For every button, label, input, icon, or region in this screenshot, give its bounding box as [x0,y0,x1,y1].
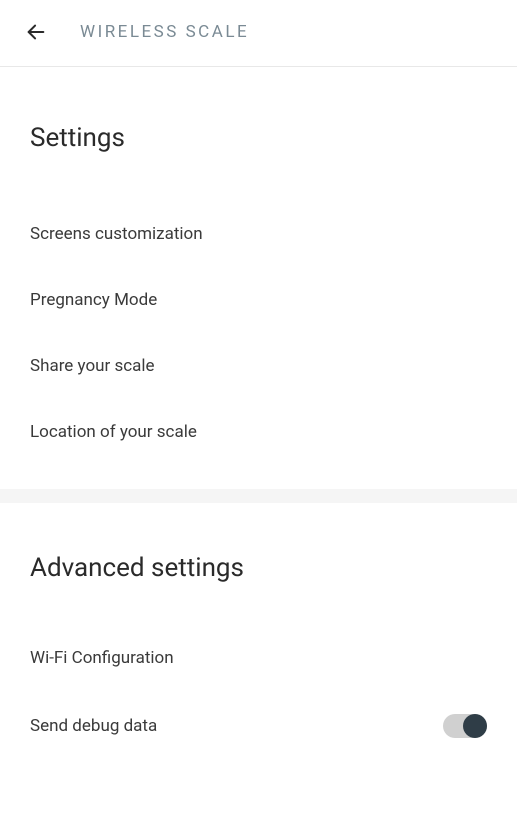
settings-item-label: Location of your scale [30,422,197,442]
advanced-item-label: Wi-Fi Configuration [30,648,174,668]
settings-item-label: Screens customization [30,224,203,244]
advanced-item-debug-data[interactable]: Send debug data [30,691,487,761]
settings-title: Settings [30,67,487,201]
settings-item-share-scale[interactable]: Share your scale [30,333,487,399]
spacer [0,465,517,489]
toggle-knob [463,714,487,738]
advanced-title: Advanced settings [30,503,487,625]
advanced-section: Advanced settings Wi-Fi Configuration Se… [0,503,517,761]
settings-item-screens-customization[interactable]: Screens customization [30,201,487,267]
back-icon[interactable] [24,20,48,44]
advanced-item-wifi-config[interactable]: Wi-Fi Configuration [30,625,487,691]
settings-item-label: Pregnancy Mode [30,290,157,310]
settings-item-pregnancy-mode[interactable]: Pregnancy Mode [30,267,487,333]
header: WIRELESS SCALE [0,0,517,67]
header-title: WIRELESS SCALE [80,22,249,42]
debug-data-toggle[interactable] [443,714,487,738]
settings-section: Settings Screens customization Pregnancy… [0,67,517,465]
advanced-item-label: Send debug data [30,716,157,736]
settings-item-label: Share your scale [30,356,155,376]
section-divider [0,489,517,503]
settings-item-location[interactable]: Location of your scale [30,399,487,465]
